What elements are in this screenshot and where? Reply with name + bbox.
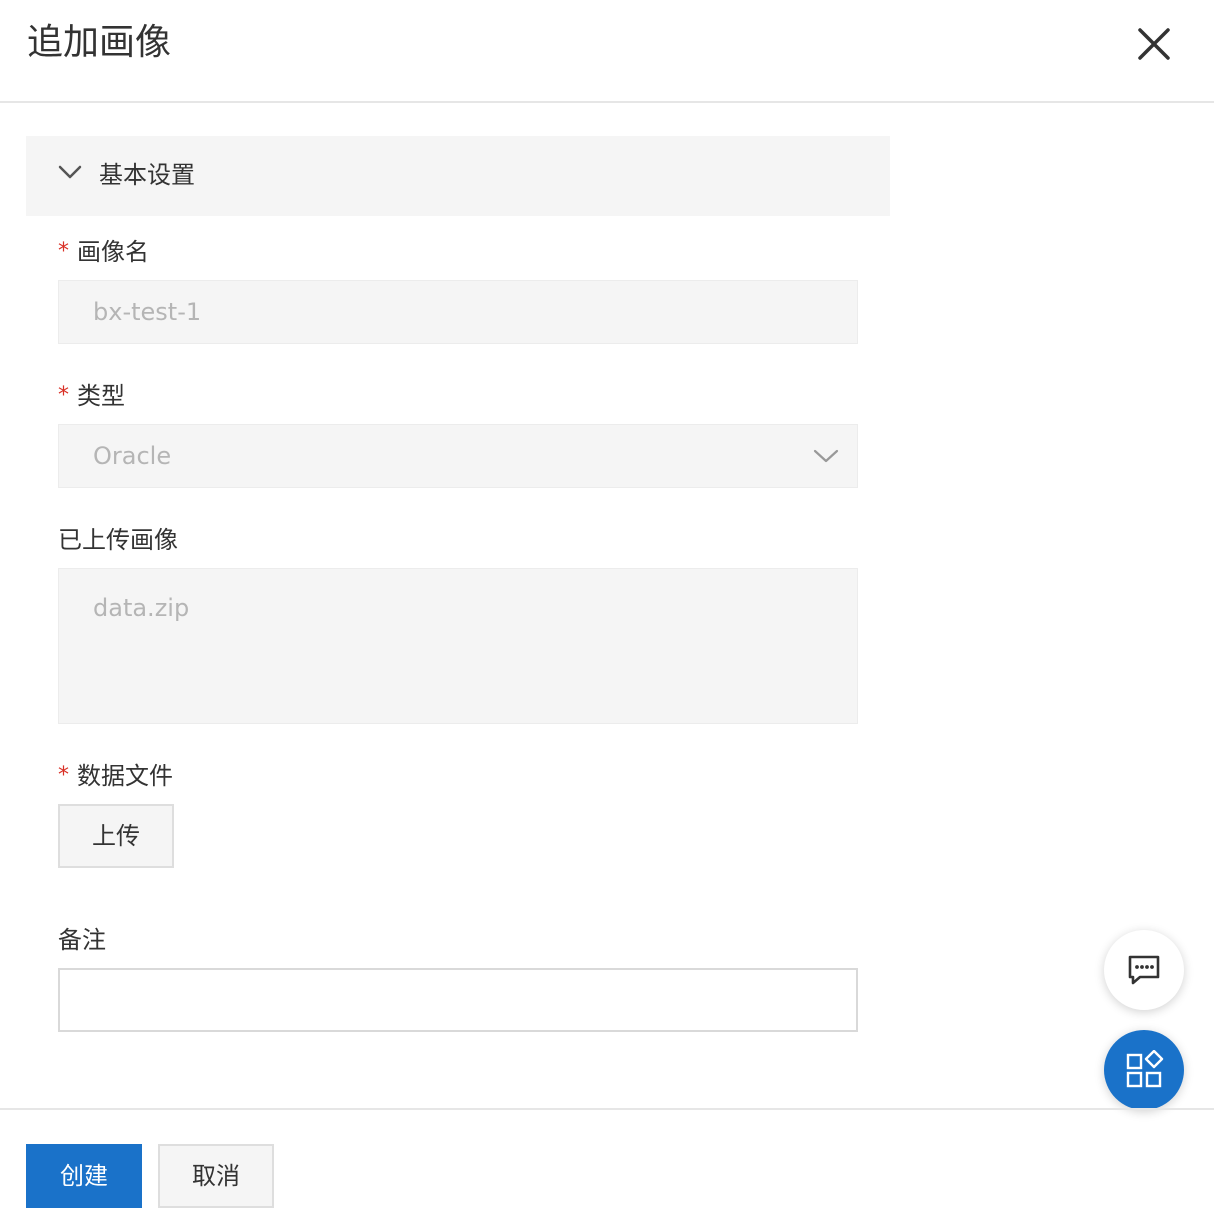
uploaded-image-textarea[interactable]: data.zip	[58, 568, 858, 724]
uploaded-image-label: 已上传画像	[58, 526, 178, 554]
chat-button[interactable]	[1104, 930, 1184, 1010]
required-mark: *	[58, 763, 69, 788]
dialog-title: 追加画像	[27, 22, 172, 63]
chevron-down-icon	[58, 165, 82, 179]
footer-divider	[0, 1108, 1214, 1110]
data-file-label: * 数据文件	[58, 759, 173, 795]
remark-input[interactable]	[58, 968, 858, 1032]
close-button[interactable]	[1132, 22, 1176, 66]
apps-icon	[1126, 1050, 1164, 1088]
data-file-label-text: 数据文件	[77, 762, 173, 790]
image-name-label-text: 画像名	[77, 238, 149, 266]
type-label: * 类型	[58, 379, 125, 415]
required-mark: *	[58, 383, 69, 408]
cancel-button[interactable]: 取消	[158, 1144, 274, 1208]
type-label-text: 类型	[77, 382, 125, 410]
section-title: 基本设置	[99, 161, 195, 189]
type-select[interactable]: Oracle	[58, 424, 858, 488]
upload-button[interactable]: 上传	[58, 804, 174, 868]
required-mark: *	[58, 239, 69, 264]
remark-label: 备注	[58, 926, 106, 954]
type-select-value: Oracle	[93, 442, 172, 470]
chevron-down-icon	[813, 449, 839, 463]
apps-button[interactable]	[1104, 1030, 1184, 1110]
dialog-header: 追加画像	[0, 0, 1214, 103]
close-icon	[1138, 28, 1170, 60]
create-button[interactable]: 创建	[26, 1144, 142, 1208]
image-name-label: * 画像名	[58, 235, 149, 271]
section-basic-settings[interactable]: 基本设置	[26, 136, 890, 216]
chat-icon	[1128, 955, 1160, 985]
image-name-input[interactable]: bx-test-1	[58, 280, 858, 344]
